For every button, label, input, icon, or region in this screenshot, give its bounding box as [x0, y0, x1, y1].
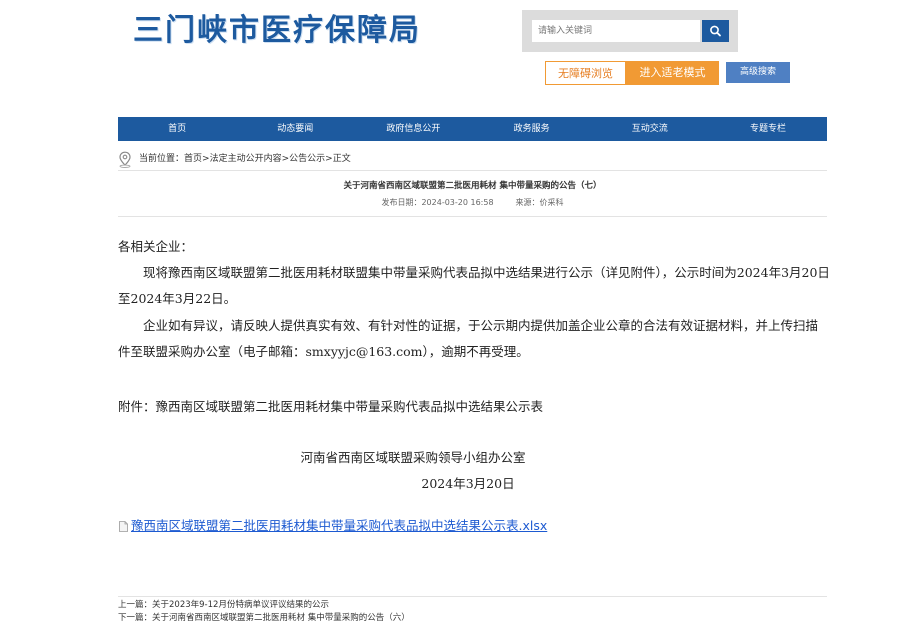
breadcrumb-current: 正文	[332, 154, 351, 164]
nav-item-services[interactable]: 政务服务	[473, 117, 591, 141]
divider	[118, 596, 827, 597]
breadcrumb-separator: >	[202, 154, 210, 164]
signature-office: 河南省西南区域联盟采购领导小组办公室	[300, 450, 526, 465]
site-title: 三门峡市医疗保障局	[133, 13, 421, 48]
accessibility-button[interactable]: 无障碍浏览	[545, 61, 626, 85]
divider	[118, 216, 827, 217]
file-icon	[119, 521, 128, 532]
breadcrumb-prefix: 当前位置：	[139, 154, 185, 164]
divider	[118, 170, 827, 171]
signature-date: 2024年3月20日	[421, 476, 515, 491]
paragraph-announcement: 现将豫西南区域联盟第二批医用耗材联盟集中带量采购代表品拟中选结果进行公示（详见附…	[118, 265, 830, 306]
paragraph-objection: 企业如有异议，请反映人提供真实有效、有针对性的证据，于公示期内提供加盖企业公章的…	[118, 318, 819, 359]
next-article: 下一篇：关于河南省西南区域联盟第二批医用耗材 集中带量采购的公告（六）	[118, 612, 410, 624]
next-article-link[interactable]: 关于河南省西南区域联盟第二批医用耗材 集中带量采购的公告（六）	[152, 613, 410, 623]
elder-mode-button[interactable]: 进入适老模式	[626, 61, 719, 85]
nav-item-home[interactable]: 首页	[118, 117, 236, 141]
salutation: 各相关企业：	[118, 239, 194, 254]
nav-item-news[interactable]: 动态要闻	[236, 117, 354, 141]
source-value: 价采科	[539, 198, 564, 207]
attachment-link[interactable]: 豫西南区域联盟第二批医用耗材集中带量采购代表品拟中选结果公示表.xlsx	[131, 516, 547, 536]
breadcrumb-separator: >	[281, 154, 290, 164]
search-button[interactable]	[702, 20, 729, 42]
search-icon	[710, 25, 721, 37]
main-nav: 首页 动态要闻 政府信息公开 政务服务 互动交流 专题专栏	[118, 117, 827, 141]
source-label: 来源：	[515, 198, 540, 207]
article-meta: 发布日期：2024-03-20 16:58 来源：价采科	[118, 197, 827, 209]
nav-item-topics[interactable]: 专题专栏	[709, 117, 827, 141]
prev-label: 上一篇：	[118, 600, 153, 610]
breadcrumb: 当前位置：首页>法定主动公开内容>公告公示>正文	[139, 153, 351, 165]
search-input[interactable]	[532, 20, 700, 42]
prev-article-link[interactable]: 关于2023年9-12月份特病单议评议结果的公示	[152, 600, 329, 610]
breadcrumb-section[interactable]: 法定主动公开内容	[210, 154, 282, 164]
publish-date: 2024-03-20 16:58	[421, 198, 494, 207]
next-label: 下一篇：	[118, 613, 153, 623]
prev-article: 上一篇：关于2023年9-12月份特病单议评议结果的公示	[118, 599, 329, 611]
article-title: 关于河南省西南区域联盟第二批医用耗材 集中带量采购的公告（七）	[343, 181, 602, 191]
breadcrumb-category[interactable]: 公告公示	[289, 154, 325, 164]
breadcrumb-home[interactable]: 首页	[184, 154, 202, 164]
search-box	[522, 10, 738, 52]
nav-item-info-disclosure[interactable]: 政府信息公开	[354, 117, 472, 141]
nav-item-interaction[interactable]: 互动交流	[591, 117, 709, 141]
breadcrumb-separator: >	[325, 154, 333, 164]
publish-date-label: 发布日期：	[381, 198, 422, 207]
attachment-note: 附件：豫西南区域联盟第二批医用耗材集中带量采购代表品拟中选结果公示表	[118, 399, 544, 414]
location-pin-icon	[119, 151, 131, 168]
advanced-search-button[interactable]: 高级搜索	[726, 62, 790, 83]
